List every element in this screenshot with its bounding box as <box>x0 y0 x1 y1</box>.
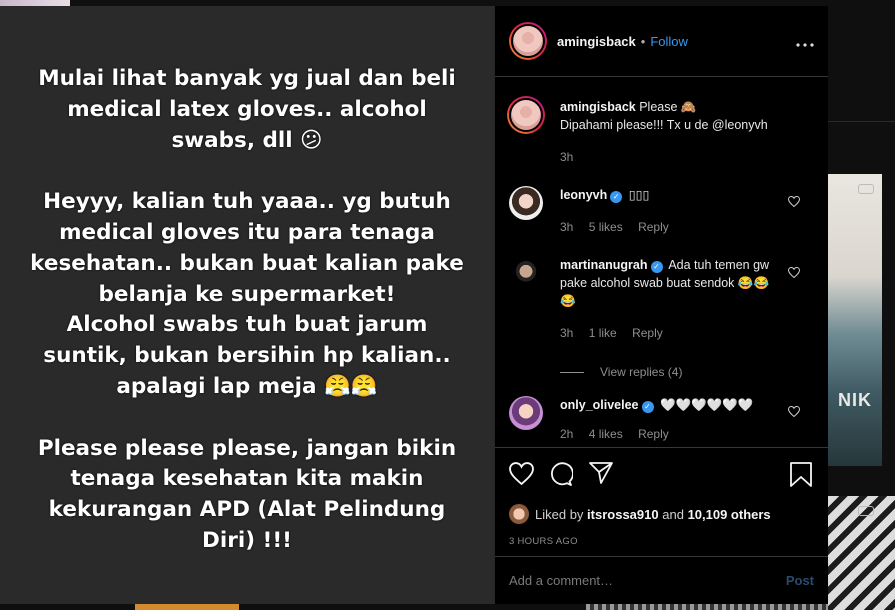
comment-likes[interactable]: 5 likes <box>589 220 623 234</box>
comment-time[interactable]: 3h <box>560 326 573 340</box>
comment-likes[interactable]: 1 like <box>589 326 617 340</box>
header-username[interactable]: amingisback <box>557 34 636 49</box>
comment-meta: 3h 5 likes Reply <box>560 220 681 234</box>
caption-time[interactable]: 3h <box>560 150 573 164</box>
carousel-icon <box>858 184 874 194</box>
comment-time[interactable]: 3h <box>560 220 573 234</box>
like-comment-heart-icon[interactable] <box>787 195 801 208</box>
caption-username[interactable]: amingisback <box>560 100 636 114</box>
liker-username[interactable]: itsrossa910 <box>587 507 659 522</box>
comment-text: ▯▯▯ <box>628 188 650 202</box>
likes-summary: Liked by itsrossa910 and 10,109 others <box>509 504 771 524</box>
view-replies-label: View replies (4) <box>600 365 683 379</box>
likes-and: and <box>662 506 684 522</box>
comment-meta: 2h 4 likes Reply <box>560 427 681 441</box>
post-comment-button[interactable]: Post <box>786 573 814 588</box>
avatar[interactable] <box>509 22 547 60</box>
like-comment-heart-icon[interactable] <box>787 266 801 279</box>
feed-thumbnail[interactable] <box>828 174 882 466</box>
caption-text-line2: Dipahami please!!! Tx u de @leonyvh <box>560 118 768 132</box>
comment-text: 🤍🤍🤍🤍🤍🤍 <box>660 398 754 412</box>
comment-bubble-icon[interactable] <box>549 462 574 489</box>
replies-divider <box>560 371 584 373</box>
verified-badge-icon: ✓ <box>610 191 623 203</box>
feed-thumbnail[interactable] <box>586 604 828 610</box>
caption: amingisback Please 🙈 Dipahami please!!! … <box>507 96 814 168</box>
comment-username[interactable]: only_olivelee <box>560 398 639 412</box>
reply-button[interactable]: Reply <box>638 220 669 234</box>
liker-avatar[interactable] <box>509 504 529 524</box>
separator-dot: • <box>640 33 646 49</box>
list-item: leonyvh ✓ ▯▯▯ 3h 5 likes Reply <box>509 186 814 246</box>
save-bookmark-icon[interactable] <box>790 462 812 490</box>
avatar[interactable] <box>509 396 543 430</box>
like-comment-heart-icon[interactable] <box>787 405 801 418</box>
avatar[interactable] <box>509 256 543 290</box>
list-item: martinanugrah ✓ Ada tuh temen gw pake alc… <box>509 256 814 340</box>
post-image-text: Mulai lihat banyak yg jual dan beli medi… <box>30 66 464 553</box>
list-item: only_olivelee ✓ 🤍🤍🤍🤍🤍🤍 2h 4 likes Reply <box>509 396 814 446</box>
like-heart-icon[interactable] <box>509 462 534 488</box>
feed-thumbnail-text: NIK <box>838 390 872 410</box>
view-replies-button[interactable]: View replies (4) <box>560 365 682 379</box>
comment-body: martinanugrah ✓ Ada tuh temen gw pake alc… <box>560 256 775 310</box>
caption-meta: 3h <box>560 150 585 164</box>
likes-others-link[interactable]: 10,109 others <box>688 507 771 522</box>
comment-body: leonyvh ✓ ▯▯▯ <box>560 186 790 204</box>
add-comment-bar: Post <box>495 556 828 604</box>
avatar[interactable] <box>509 186 543 220</box>
post-header: amingisback • Follow <box>495 6 828 77</box>
comment-time[interactable]: 2h <box>560 427 573 441</box>
comment-body: only_olivelee ✓ 🤍🤍🤍🤍🤍🤍 <box>560 396 790 414</box>
comment-username[interactable]: martinanugrah <box>560 258 648 272</box>
comment-likes[interactable]: 4 likes <box>589 427 623 441</box>
feed-thumbnail[interactable] <box>135 604 239 610</box>
verified-badge-icon: ✓ <box>641 401 654 413</box>
feed-divider <box>828 121 895 122</box>
post-image[interactable]: Mulai lihat banyak yg jual dan beli medi… <box>0 6 494 604</box>
follow-button[interactable]: Follow <box>650 34 688 49</box>
avatar[interactable] <box>507 96 545 134</box>
verified-badge-icon: ✓ <box>650 261 663 273</box>
share-paper-plane-icon[interactable] <box>589 462 613 487</box>
reply-button[interactable]: Reply <box>632 326 663 340</box>
post-modal: Mulai lihat banyak yg jual dan beli medi… <box>0 6 828 604</box>
likes-prefix: Liked by <box>535 506 584 522</box>
post-sidebar: amingisback • Follow amingisback Please … <box>494 6 828 604</box>
comment-username[interactable]: leonyvh <box>560 188 607 202</box>
comments-list: amingisback Please 🙈 Dipahami please!!! … <box>495 78 828 447</box>
comment-meta: 3h 1 like Reply <box>560 326 675 340</box>
comment-input[interactable] <box>509 573 786 588</box>
caption-body: amingisback Please 🙈 Dipahami please!!! … <box>560 98 810 134</box>
more-options-icon[interactable] <box>796 31 814 52</box>
post-timestamp[interactable]: 3 HOURS AGO <box>509 536 578 547</box>
reply-button[interactable]: Reply <box>638 427 669 441</box>
caption-text-line1: Please 🙈 <box>639 100 697 114</box>
avatar-image <box>509 98 543 132</box>
avatar-image <box>511 24 545 58</box>
carousel-icon <box>858 506 874 516</box>
